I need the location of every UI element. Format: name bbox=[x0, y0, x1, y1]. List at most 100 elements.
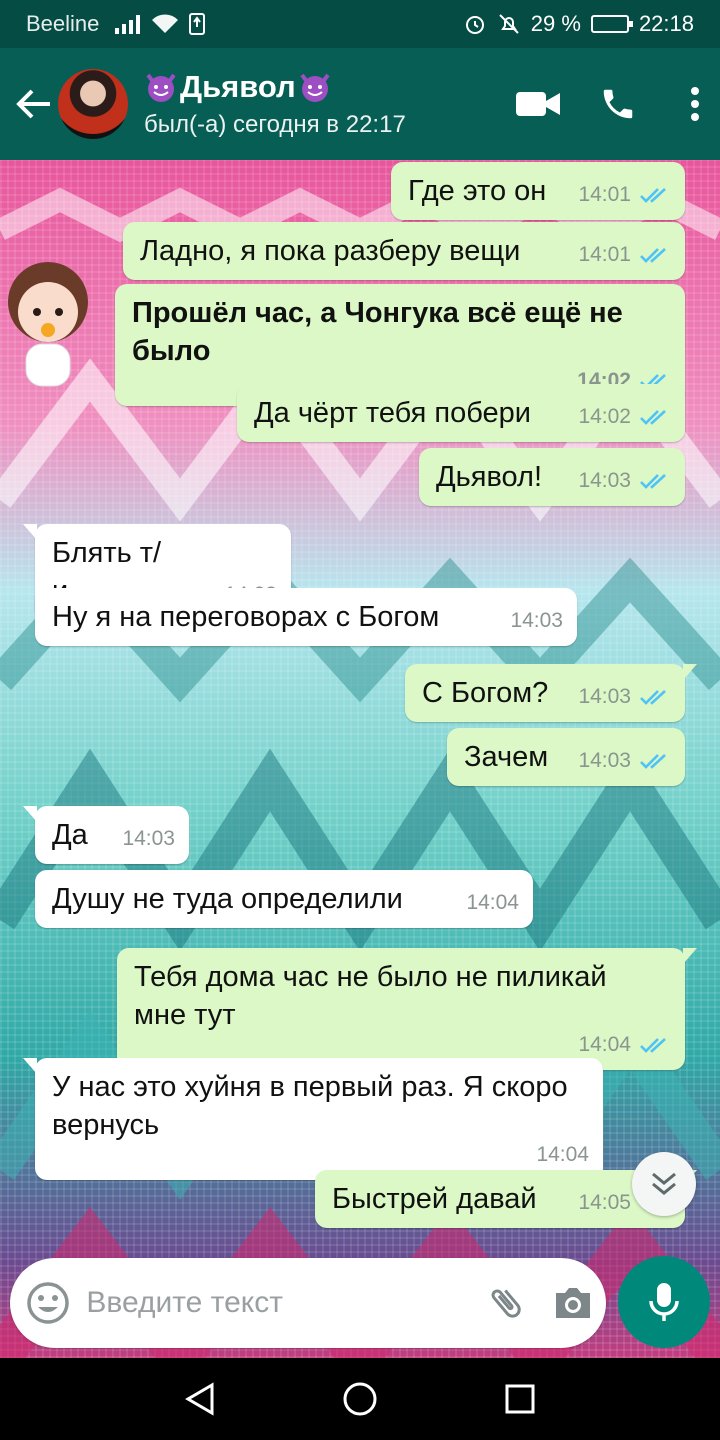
voice-call-button[interactable] bbox=[586, 72, 650, 136]
read-receipt-icon bbox=[640, 690, 666, 705]
alarm-icon bbox=[465, 16, 484, 34]
triangle-back-icon bbox=[185, 1382, 214, 1416]
emoji-button[interactable] bbox=[10, 1258, 86, 1348]
battery-percent: 29 % bbox=[530, 11, 581, 36]
voice-record-button[interactable] bbox=[618, 1256, 710, 1348]
system-nav-bar bbox=[0, 1358, 720, 1440]
message-meta: 14:03 bbox=[578, 462, 671, 500]
menu-button[interactable] bbox=[670, 72, 720, 136]
camera-icon bbox=[555, 1288, 590, 1318]
incoming-message[interactable]: Да 14:03 bbox=[23, 806, 189, 864]
contact-info[interactable]: Дьявол был(-а) сегодня в 22:17 bbox=[144, 69, 506, 139]
clock: 22:18 bbox=[638, 11, 694, 36]
message-text: Да чёрт тебя побери bbox=[254, 397, 531, 429]
emoji-icon bbox=[27, 1282, 69, 1324]
message-time: 14:03 bbox=[510, 609, 563, 632]
square-recents-icon bbox=[505, 1384, 535, 1414]
battery-icon bbox=[590, 15, 633, 33]
message-text: Дьявол! bbox=[436, 461, 543, 493]
smiling-devil-icon bbox=[300, 73, 330, 102]
read-receipt-icon bbox=[640, 754, 666, 769]
recents-nav-button[interactable] bbox=[490, 1369, 550, 1429]
scroll-down-button[interactable] bbox=[632, 1152, 696, 1216]
video-call-button[interactable] bbox=[506, 72, 570, 136]
message-time: 14:03 bbox=[578, 469, 631, 492]
message-time: 14:03 bbox=[578, 749, 631, 772]
outgoing-message[interactable]: Дьявол! 14:03 bbox=[419, 448, 685, 506]
outgoing-message[interactable]: Да чёрт тебя побери 14:02 bbox=[237, 384, 685, 442]
message-meta: 14:02 bbox=[578, 398, 671, 436]
message-text: Где это он bbox=[408, 175, 547, 207]
outgoing-message[interactable]: Тебя дома час не было не пиликай мне тут… bbox=[117, 948, 697, 1070]
outgoing-message[interactable]: Быстрей давай 14:05 bbox=[315, 1170, 697, 1228]
message-text: Быстрей давай bbox=[332, 1183, 537, 1215]
circle-home-icon bbox=[343, 1382, 377, 1416]
contact-name-text: Дьявол bbox=[180, 69, 296, 104]
microphone-icon bbox=[649, 1283, 679, 1321]
message-text: Ладно, я пока разберу вещи bbox=[140, 235, 521, 267]
carrier-label: Beeline bbox=[26, 11, 100, 36]
message-meta: 14:01 bbox=[578, 236, 671, 274]
status-bar: Beeline 29 % 22:18 bbox=[0, 0, 720, 48]
read-receipt-icon bbox=[640, 474, 666, 489]
message-time: 14:04 bbox=[466, 891, 519, 914]
more-vertical-icon bbox=[691, 87, 699, 121]
wifi-icon bbox=[152, 14, 179, 33]
composer bbox=[10, 1258, 606, 1348]
phone-icon bbox=[603, 89, 633, 119]
signal-icon bbox=[115, 14, 141, 34]
last-seen: был(-а) сегодня в 22:17 bbox=[144, 111, 406, 138]
message-input[interactable] bbox=[86, 1286, 473, 1320]
message-text: Тебя дома час не было не пиликай мне тут bbox=[134, 961, 607, 1031]
back-nav-button[interactable] bbox=[170, 1369, 230, 1429]
camera-button[interactable] bbox=[539, 1258, 606, 1348]
arrow-left-icon bbox=[16, 89, 50, 119]
attach-button[interactable] bbox=[472, 1258, 539, 1348]
read-receipt-icon bbox=[640, 188, 666, 203]
message-meta: 14:03 bbox=[578, 742, 671, 780]
read-receipt-icon bbox=[640, 1038, 666, 1053]
message-time: 14:01 bbox=[578, 183, 631, 206]
message-text: Зачем bbox=[464, 741, 549, 773]
double-chevron-down-icon bbox=[652, 1172, 676, 1195]
video-camera-icon bbox=[516, 92, 560, 116]
chibi-sticker bbox=[8, 262, 88, 387]
incoming-message[interactable]: Ну я на переговорах с Богом 14:03 bbox=[35, 588, 577, 646]
message-meta: 14:03 bbox=[510, 602, 563, 640]
smiling-devil-icon bbox=[146, 73, 176, 102]
incoming-message[interactable]: У нас это хуйня в первый раз. Я скоро ве… bbox=[23, 1058, 603, 1180]
contact-name: Дьявол bbox=[144, 69, 506, 105]
message-meta: 14:03 bbox=[122, 820, 175, 858]
message-time: 14:05 bbox=[578, 1191, 631, 1214]
message-time: 14:03 bbox=[122, 827, 175, 850]
chat-header: Дьявол был(-а) сегодня в 22:17 bbox=[0, 48, 720, 160]
read-receipt-icon bbox=[640, 248, 666, 263]
mute-icon bbox=[499, 14, 519, 34]
message-time: 14:03 bbox=[578, 685, 631, 708]
message-meta: 14:03 bbox=[578, 678, 671, 716]
message-meta: 14:04 bbox=[466, 884, 519, 922]
outgoing-message[interactable]: Зачем 14:03 bbox=[447, 728, 685, 786]
message-meta: 14:01 bbox=[578, 176, 671, 214]
message-text: Да bbox=[52, 819, 88, 851]
message-text: Душу не туда определили bbox=[52, 883, 403, 915]
message-time: 14:04 bbox=[536, 1143, 589, 1166]
incoming-message[interactable]: Душу не туда определили 14:04 bbox=[35, 870, 533, 928]
message-time: 14:01 bbox=[578, 243, 631, 266]
read-receipt-icon bbox=[640, 410, 666, 425]
sim-icon bbox=[189, 13, 206, 35]
paperclip-icon bbox=[491, 1289, 521, 1318]
message-text: У нас это хуйня в первый раз. Я скоро ве… bbox=[52, 1071, 568, 1141]
message-text: С Богом? bbox=[422, 677, 549, 709]
home-nav-button[interactable] bbox=[330, 1369, 390, 1429]
outgoing-message[interactable]: Где это он 14:01 bbox=[391, 162, 685, 220]
avatar[interactable] bbox=[58, 69, 128, 139]
outgoing-message[interactable]: Ладно, я пока разберу вещи 14:01 bbox=[123, 222, 685, 280]
chat-area[interactable]: Где это он 14:01 Ладно, я пока разберу вещ… bbox=[0, 160, 720, 1358]
back-button[interactable] bbox=[2, 72, 66, 136]
message-text: Прошёл час, а Чонгука всё ещё не было bbox=[132, 297, 623, 367]
message-text: Ну я на переговорах с Богом bbox=[52, 601, 440, 633]
message-meta: 14:04 bbox=[536, 1136, 589, 1174]
message-time: 14:02 bbox=[578, 405, 631, 428]
outgoing-message[interactable]: С Богом? 14:03 bbox=[405, 664, 697, 722]
